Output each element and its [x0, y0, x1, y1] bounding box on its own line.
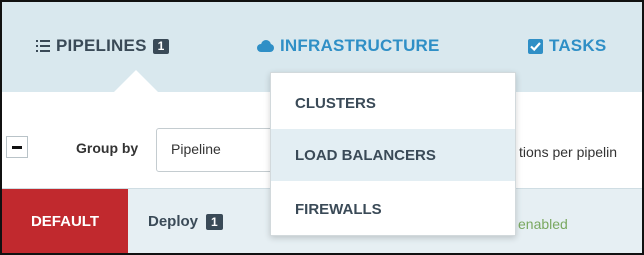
- nav-tab-tasks[interactable]: TASKS: [528, 35, 606, 57]
- infrastructure-dropdown-menu: CLUSTERS LOAD BALANCERS FIREWALLS: [270, 72, 516, 236]
- menu-item-load-balancers[interactable]: LOAD BALANCERS: [271, 129, 515, 181]
- checkbox-icon: [528, 38, 543, 54]
- executions-per-pipeline-label: tions per pipelin: [519, 144, 618, 160]
- collapse-all-button[interactable]: [6, 136, 28, 158]
- default-group-label: DEFAULT: [30, 213, 100, 230]
- group-by-value: Pipeline: [171, 141, 221, 157]
- nav-tab-pipelines[interactable]: PIPELINES 1: [36, 35, 170, 57]
- pipeline-name[interactable]: Deploy 1: [148, 213, 223, 230]
- menu-item-clusters-label: CLUSTERS: [295, 94, 376, 112]
- list-icon: [36, 40, 50, 52]
- menu-item-load-balancers-label: LOAD BALANCERS: [295, 146, 436, 164]
- nav-tab-tasks-label: TASKS: [549, 36, 607, 55]
- nav-tab-infrastructure[interactable]: INFRASTRUCTURE: [256, 35, 440, 57]
- pipeline-name-label: Deploy: [148, 213, 199, 230]
- menu-item-firewalls[interactable]: FIREWALLS: [271, 183, 515, 235]
- pipeline-count-badge: 1: [206, 213, 223, 230]
- group-by-label: Group by: [76, 140, 139, 156]
- app-window: PIPELINES 1 INFRASTRUCTURE TASKS Group b…: [0, 0, 644, 255]
- nav-tab-infrastructure-label: INFRASTRUCTURE: [280, 36, 440, 55]
- group-by-select[interactable]: Pipeline: [156, 128, 276, 172]
- minus-icon: [12, 145, 22, 149]
- menu-item-clusters[interactable]: CLUSTERS: [271, 77, 515, 129]
- trigger-status-text: enabled: [518, 216, 568, 232]
- active-tab-indicator: [114, 70, 158, 92]
- nav-tab-pipelines-label: PIPELINES: [56, 36, 147, 55]
- cloud-icon: [256, 40, 274, 52]
- default-group-tag[interactable]: DEFAULT: [2, 189, 128, 253]
- menu-item-firewalls-label: FIREWALLS: [295, 200, 382, 218]
- pipelines-count-badge: 1: [152, 38, 170, 54]
